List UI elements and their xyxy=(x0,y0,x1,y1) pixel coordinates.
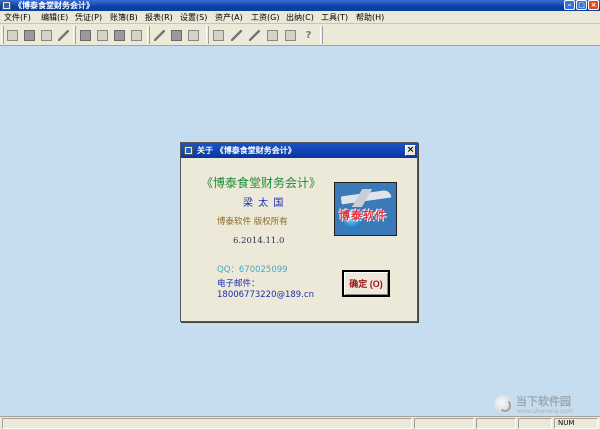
menu-tools[interactable]: 工具(T) xyxy=(321,12,348,23)
ledger-icon[interactable] xyxy=(38,27,55,44)
report-icon[interactable] xyxy=(55,27,72,44)
menu-cashier[interactable]: 出纳(C) xyxy=(286,12,314,23)
app-title: 《博泰食堂财务会计》 xyxy=(14,1,94,10)
watermark-logo-icon xyxy=(494,395,513,414)
ok-button[interactable]: 确定 (O) xyxy=(342,270,390,297)
menu-voucher[interactable]: 凭证(P) xyxy=(75,12,102,23)
journal-icon[interactable] xyxy=(4,27,21,44)
menu-salary[interactable]: 工资(G) xyxy=(251,12,279,23)
status-pane-1 xyxy=(414,418,474,429)
dialog-close-icon[interactable]: × xyxy=(405,145,416,156)
version-text: 6.2014.11.0 xyxy=(233,236,285,246)
watermark-url: www.downxia.com xyxy=(517,408,574,415)
toolbar-separator xyxy=(320,26,323,44)
menu-ledger[interactable]: 账簿(B) xyxy=(110,12,138,23)
toolbar-separator xyxy=(73,26,76,44)
toolbar-separator xyxy=(206,26,209,44)
toolbar: ? xyxy=(0,24,600,46)
status-pane-2 xyxy=(476,418,516,429)
app-title-bar[interactable]: 《博泰食堂财务会计》 – □ × xyxy=(0,0,600,11)
email-address: 18006773220@189.cn xyxy=(217,290,314,300)
asset-icon[interactable] xyxy=(77,27,94,44)
copy-icon[interactable] xyxy=(264,27,281,44)
status-pane-main xyxy=(2,418,412,429)
menu-file[interactable]: 文件(F) xyxy=(4,12,31,23)
menu-report[interactable]: 报表(R) xyxy=(145,12,173,23)
dialog-title-bar[interactable]: 关于 《博泰食堂财务会计》 × xyxy=(181,143,417,158)
export-icon[interactable] xyxy=(185,27,202,44)
close-icon[interactable]: × xyxy=(588,0,599,10)
menu-assets[interactable]: 资产(A) xyxy=(215,12,243,23)
logo-brand-text: 博泰软件 xyxy=(339,209,387,222)
settings-icon[interactable] xyxy=(151,27,168,44)
status-pane-3 xyxy=(518,418,552,429)
watermark: 当下软件园 www.downxia.com xyxy=(494,393,590,417)
app-icon[interactable] xyxy=(2,1,11,10)
cut-icon[interactable] xyxy=(246,27,263,44)
copyright-text: 博泰软件 版权所有 xyxy=(217,217,288,227)
paste-icon[interactable] xyxy=(282,27,299,44)
toolbar-separator xyxy=(147,26,150,44)
help-icon[interactable]: ? xyxy=(300,27,317,44)
grid-icon[interactable] xyxy=(128,27,145,44)
menu-edit[interactable]: 编辑(E) xyxy=(41,12,68,23)
save-icon[interactable] xyxy=(210,27,227,44)
voucher-icon[interactable] xyxy=(21,27,38,44)
status-num: NUM xyxy=(554,418,598,429)
menu-bar: 文件(F) 编辑(E) 凭证(P) 账簿(B) 报表(R) 设置(S) 资产(A… xyxy=(0,11,600,24)
product-name: 《博泰食堂财务会计》 xyxy=(201,176,322,190)
minimize-icon[interactable]: – xyxy=(564,0,575,10)
menu-settings[interactable]: 设置(S) xyxy=(180,12,207,23)
status-bar: NUM xyxy=(0,416,600,429)
dialog-app-icon xyxy=(184,146,193,155)
about-dialog: 关于 《博泰食堂财务会计》 × 《博泰食堂财务会计》 梁 太 国 博泰软件 版权… xyxy=(180,142,418,322)
edit-icon[interactable] xyxy=(168,27,185,44)
qq-contact: QQ：670025099 xyxy=(217,265,288,275)
dialog-title: 关于 《博泰食堂财务会计》 xyxy=(197,146,296,155)
pen-icon[interactable] xyxy=(228,27,245,44)
author-name: 梁 太 国 xyxy=(243,198,285,209)
watermark-text: 当下软件园 xyxy=(516,395,571,408)
company-logo: 博泰软件 xyxy=(334,182,397,236)
cashier-icon[interactable] xyxy=(111,27,128,44)
salary-icon[interactable] xyxy=(94,27,111,44)
menu-help[interactable]: 帮助(H) xyxy=(356,12,384,23)
email-label: 电子邮件： xyxy=(217,279,260,289)
maximize-icon[interactable]: □ xyxy=(576,0,587,10)
